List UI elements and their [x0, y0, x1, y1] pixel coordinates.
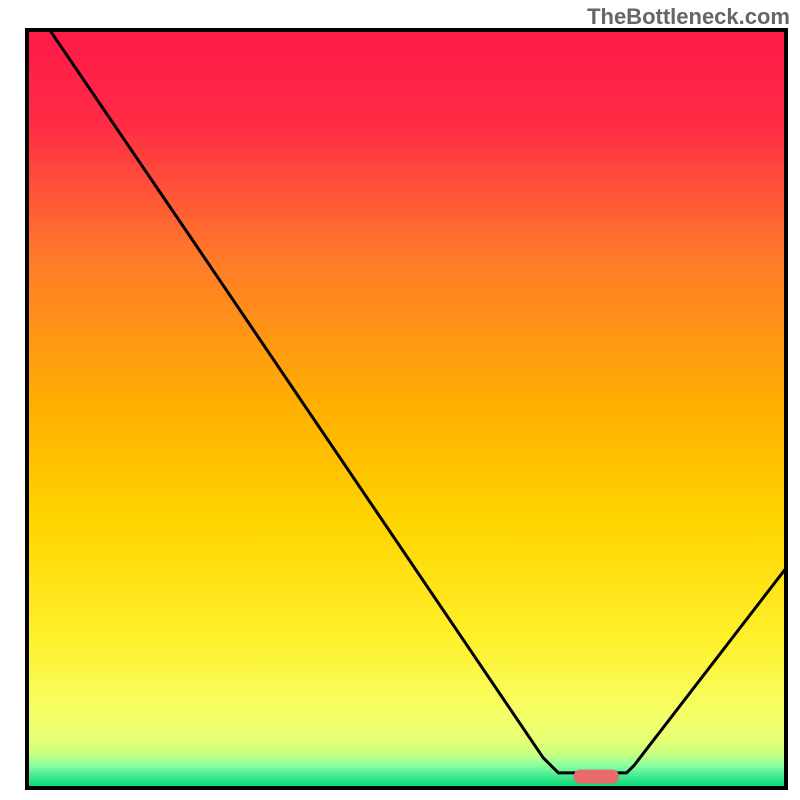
watermark-text: TheBottleneck.com: [587, 4, 790, 30]
chart-container: TheBottleneck.com: [0, 0, 800, 800]
chart-background: [27, 30, 786, 788]
optimal-marker: [573, 770, 619, 784]
chart-svg: [0, 0, 800, 800]
